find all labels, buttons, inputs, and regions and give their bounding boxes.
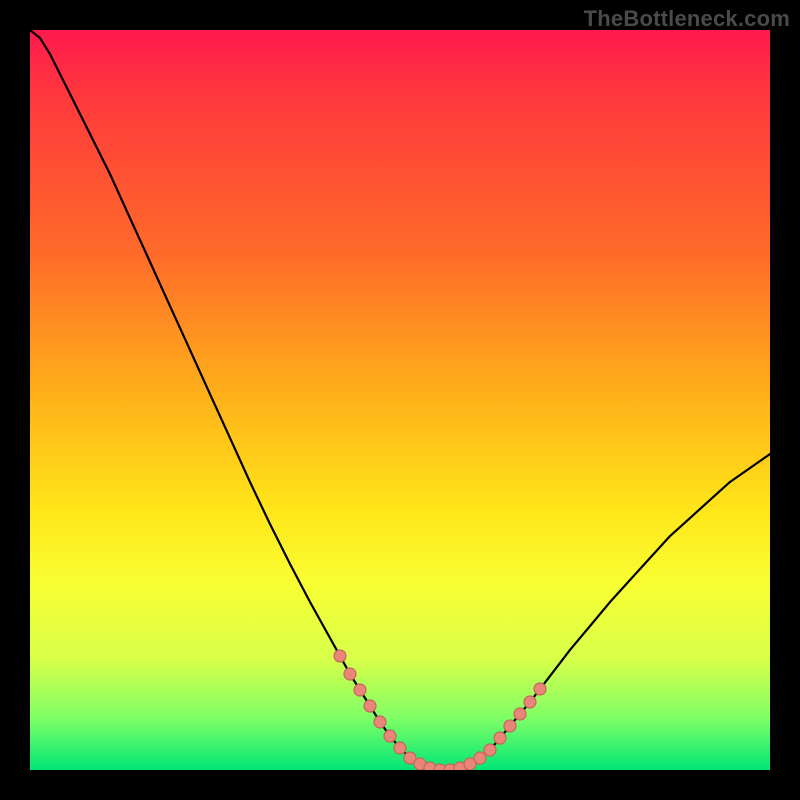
- marker-dot: [534, 683, 546, 695]
- marker-dot: [344, 668, 356, 680]
- marker-dot: [524, 696, 536, 708]
- bottleneck-curve-path: [30, 30, 770, 770]
- marker-dot: [474, 752, 486, 764]
- marker-dot: [364, 700, 376, 712]
- marker-dot: [504, 720, 516, 732]
- highlighted-markers: [334, 650, 546, 770]
- marker-dot: [384, 730, 396, 742]
- marker-dot: [514, 708, 526, 720]
- chart-svg: [30, 30, 770, 770]
- plot-area: [30, 30, 770, 770]
- marker-dot: [354, 684, 366, 696]
- chart-frame: TheBottleneck.com: [0, 0, 800, 800]
- marker-dot: [484, 744, 496, 756]
- watermark-label: TheBottleneck.com: [584, 6, 790, 32]
- marker-dot: [334, 650, 346, 662]
- marker-dot: [374, 716, 386, 728]
- marker-dot: [494, 732, 506, 744]
- marker-dot: [394, 742, 406, 754]
